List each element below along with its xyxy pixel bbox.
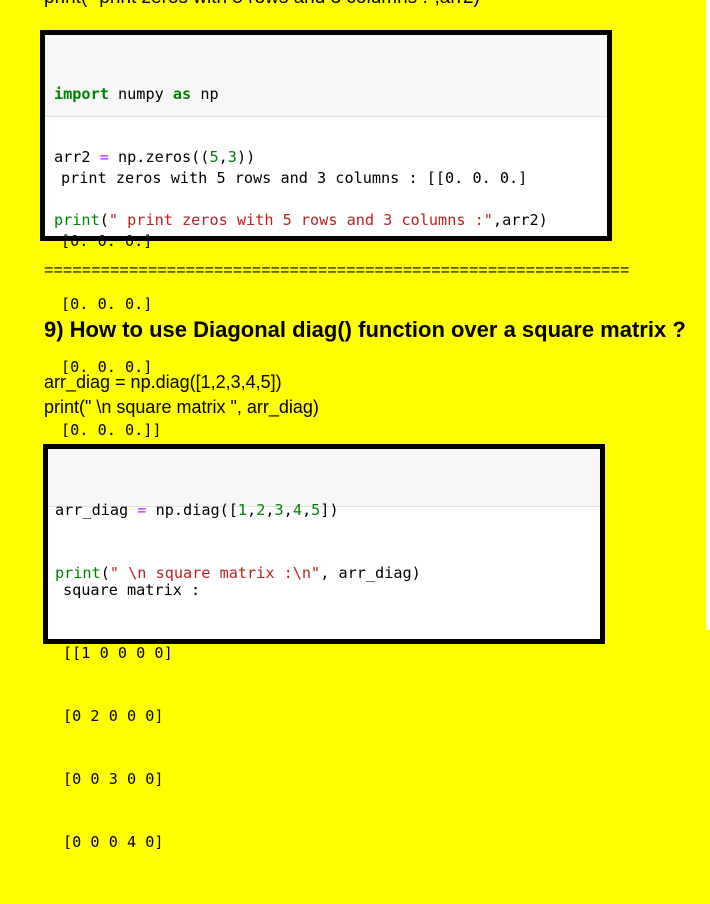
number: 5	[311, 501, 321, 519]
output-line: [0. 0. 0.]	[61, 295, 153, 313]
number: 1	[237, 501, 248, 519]
code-text: , arr_diag)	[320, 564, 421, 582]
code-text: ,	[301, 501, 312, 519]
code-text: ])	[320, 501, 339, 519]
cut-off-code-line: print(" print zeros with 5 rows and 3 co…	[44, 0, 480, 9]
code-text: ,	[283, 501, 293, 519]
output-line: print zeros with 5 rows and 3 columns : …	[61, 169, 528, 187]
code-output: print zeros with 5 rows and 3 columns : …	[45, 117, 607, 492]
code-text: np.diag([	[146, 501, 238, 519]
keyword-as: as	[172, 85, 192, 103]
code-line-1: import numpy as np	[54, 84, 599, 105]
number: 4	[292, 501, 302, 519]
string-literal: " print zeros with 5 rows and 3 columns …	[108, 211, 493, 229]
number: 5	[209, 148, 219, 166]
number: 3	[274, 501, 284, 519]
code-text: ,	[265, 501, 275, 519]
page-background: print(" print zeros with 5 rows and 3 co…	[0, 0, 710, 851]
number: 3	[227, 148, 237, 166]
output-line: [0 2 0 0 0]	[63, 707, 164, 725]
output-line: [0 0 0 4 0]	[63, 833, 164, 851]
page-edge	[706, 0, 710, 630]
code-input[interactable]: arr_diag = np.diag([1,2,3,4,5]) print(" …	[48, 449, 600, 582]
code-text: ,arr2)	[492, 211, 548, 229]
number: 2	[256, 501, 266, 519]
code-input[interactable]: import numpy as np arr2 = np.zeros((5,3)…	[45, 35, 607, 229]
code-text: ))	[236, 148, 256, 166]
output-line: [0 0 3 0 0]	[63, 770, 164, 788]
code-cell-zeros[interactable]: import numpy as np arr2 = np.zeros((5,3)…	[40, 30, 612, 439]
section-heading: 9) How to use Diagonal diag() function o…	[44, 317, 686, 342]
output-line: [0. 0. 0.]	[61, 232, 153, 250]
output-line: [0. 0. 0.]]	[61, 421, 162, 439]
keyword-import: import	[54, 85, 109, 103]
code-text: numpy	[108, 85, 173, 103]
code-text: np	[191, 85, 219, 103]
separator-line: ========================================…	[44, 262, 630, 279]
code-line-3: print(" print zeros with 5 rows and 3 co…	[54, 210, 599, 231]
code-text: arr_diag	[55, 501, 138, 519]
output-line: [[1 0 0 0 0]	[63, 644, 173, 662]
code-text: np.zeros((	[108, 148, 210, 166]
code-text: ,	[247, 501, 257, 519]
code-text: ,	[218, 148, 228, 166]
text-line-1: arr_diag = np.diag([1,2,3,4,5])	[44, 372, 282, 392]
code-cell-diag[interactable]: arr_diag = np.diag([1,2,3,4,5]) print(" …	[43, 444, 605, 851]
text-line-2: print(" \n square matrix ", arr_diag)	[44, 397, 319, 417]
